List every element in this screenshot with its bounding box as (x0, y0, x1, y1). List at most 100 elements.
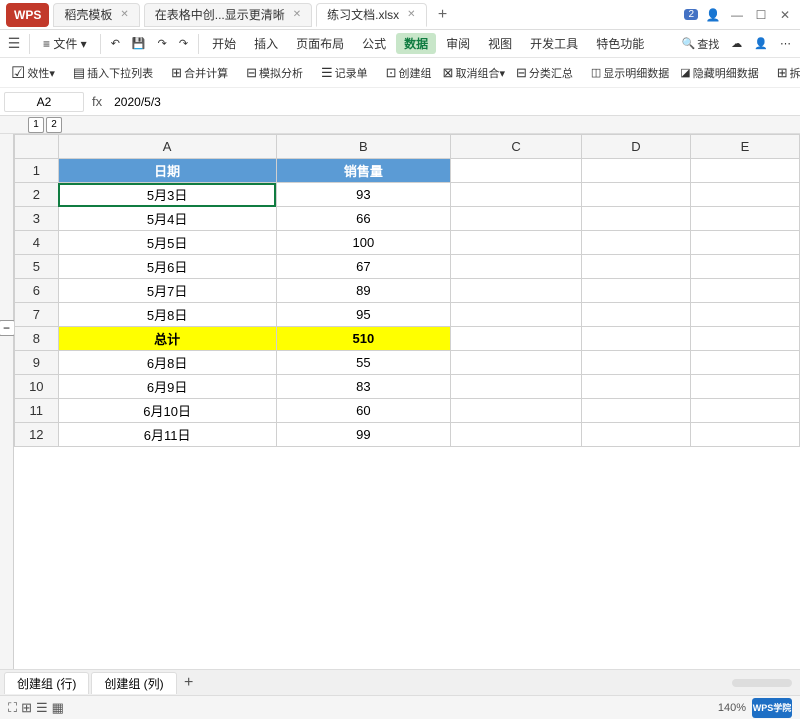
cell-r8-c4[interactable] (690, 327, 799, 351)
outline-level-1[interactable]: 1 (28, 117, 44, 133)
row-num-6[interactable]: 6 (15, 279, 59, 303)
row-num-7[interactable]: 7 (15, 303, 59, 327)
row-num-8[interactable]: 8 (15, 327, 59, 351)
cell-r12-c0[interactable]: 6月11日 (58, 423, 276, 447)
cell-r11-c2[interactable] (451, 399, 582, 423)
menu-icon-redo1[interactable]: ↷ (153, 35, 172, 52)
cell-r11-c0[interactable]: 6月10日 (58, 399, 276, 423)
cell-r10-c1[interactable]: 83 (276, 375, 450, 399)
row-num-2[interactable]: 2 (15, 183, 59, 207)
tab-doc2[interactable]: 在表格中创...显示更清晰 ✕ (144, 3, 312, 27)
cell-r12-c2[interactable] (451, 423, 582, 447)
add-sheet-button[interactable]: + (179, 673, 199, 693)
cell-r6-c0[interactable]: 5月7日 (58, 279, 276, 303)
menu-icon-redo2[interactable]: ↷ (174, 35, 193, 52)
table-row[interactable]: 35月4日66 (15, 207, 800, 231)
cell-r1-c1[interactable]: 销售量 (276, 159, 450, 183)
outline-collapse-button[interactable]: − (0, 320, 15, 336)
grid-icon[interactable]: ⊞ (21, 700, 32, 716)
spreadsheet-scroll-area[interactable]: A B C D E 1日期销售量25月3日9335月4日6645月5日10055… (14, 134, 800, 669)
menu-icon-undo[interactable]: ↶ (106, 35, 125, 52)
table-row[interactable]: 106月9日83 (15, 375, 800, 399)
block-icon[interactable]: ▦ (52, 700, 64, 716)
cell-r7-c2[interactable] (451, 303, 582, 327)
row-num-9[interactable]: 9 (15, 351, 59, 375)
cell-r11-c3[interactable] (581, 399, 690, 423)
cell-r4-c3[interactable] (581, 231, 690, 255)
share-button[interactable]: 👤 (749, 35, 773, 52)
menu-view[interactable]: 视图 (480, 33, 520, 54)
cell-r4-c4[interactable] (690, 231, 799, 255)
cell-r5-c2[interactable] (451, 255, 582, 279)
cell-r5-c3[interactable] (581, 255, 690, 279)
merge-calc-button[interactable]: ⊞ 合并计算 (166, 63, 233, 83)
expand-icon[interactable]: ⛶ (8, 700, 17, 716)
cell-r5-c4[interactable] (690, 255, 799, 279)
cell-r8-c3[interactable] (581, 327, 690, 351)
cell-r1-c0[interactable]: 日期 (58, 159, 276, 183)
row-num-4[interactable]: 4 (15, 231, 59, 255)
subtotal-button[interactable]: ⊟ 分类汇总 (511, 63, 578, 83)
menu-special[interactable]: 特色功能 (588, 33, 652, 54)
cell-r1-c2[interactable] (451, 159, 582, 183)
close-button[interactable]: ✕ (776, 6, 794, 24)
hide-detail-button[interactable]: ◪ 隐藏明细数据 (675, 63, 763, 83)
ungroup-button[interactable]: ⊠ 取消组合▾ (438, 63, 510, 83)
sheet-tab-1[interactable]: 创建组 (行) (4, 672, 89, 694)
cell-r10-c4[interactable] (690, 375, 799, 399)
cell-r1-c3[interactable] (581, 159, 690, 183)
cell-r2-c0[interactable]: 5月3日 (58, 183, 276, 207)
insert-dropdown-button[interactable]: ▤ 插入下拉列表 (68, 63, 158, 83)
tab-doc2-close[interactable]: ✕ (293, 9, 301, 20)
cell-r11-c1[interactable]: 60 (276, 399, 450, 423)
cell-r7-c1[interactable]: 95 (276, 303, 450, 327)
lines-icon[interactable]: ☰ (36, 700, 48, 716)
row-num-5[interactable]: 5 (15, 255, 59, 279)
cell-r12-c3[interactable] (581, 423, 690, 447)
tab-doc1-close[interactable]: ✕ (120, 9, 128, 20)
app-menu-icon[interactable]: ☰ (4, 34, 24, 54)
table-row[interactable]: 25月3日93 (15, 183, 800, 207)
table-row[interactable]: 126月11日99 (15, 423, 800, 447)
cell-r6-c4[interactable] (690, 279, 799, 303)
record-button[interactable]: ☰ 记录单 (316, 63, 373, 83)
wps-academy-logo[interactable]: WPS学院 (752, 698, 792, 718)
cell-r4-c0[interactable]: 5月5日 (58, 231, 276, 255)
menu-devtools[interactable]: 开发工具 (522, 33, 586, 54)
cell-r2-c2[interactable] (451, 183, 582, 207)
cell-r9-c0[interactable]: 6月8日 (58, 351, 276, 375)
split-table-button[interactable]: ⊞ 拆分表格▾ (772, 63, 800, 83)
minimize-button[interactable]: — (728, 6, 746, 24)
cell-r3-c2[interactable] (451, 207, 582, 231)
col-header-a[interactable]: A (58, 135, 276, 159)
row-num-1[interactable]: 1 (15, 159, 59, 183)
cell-r11-c4[interactable] (690, 399, 799, 423)
cell-r5-c0[interactable]: 5月6日 (58, 255, 276, 279)
menu-file[interactable]: ≡ 文件 ▾ (35, 33, 95, 54)
cell-r10-c2[interactable] (451, 375, 582, 399)
row-num-3[interactable]: 3 (15, 207, 59, 231)
col-header-b[interactable]: B (276, 135, 450, 159)
row-num-11[interactable]: 11 (15, 399, 59, 423)
cell-r10-c0[interactable]: 6月9日 (58, 375, 276, 399)
cloud-button[interactable]: ☁ (726, 35, 747, 52)
menu-insert[interactable]: 插入 (246, 33, 286, 54)
cell-r4-c2[interactable] (451, 231, 582, 255)
table-row[interactable]: 75月8日95 (15, 303, 800, 327)
cell-r4-c1[interactable]: 100 (276, 231, 450, 255)
col-header-c[interactable]: C (451, 135, 582, 159)
tab-doc3-close[interactable]: ✕ (407, 9, 415, 20)
cell-r6-c1[interactable]: 89 (276, 279, 450, 303)
cell-r9-c3[interactable] (581, 351, 690, 375)
cell-r3-c4[interactable] (690, 207, 799, 231)
table-row[interactable]: 1日期销售量 (15, 159, 800, 183)
create-group-button[interactable]: ⊡ 创建组 (381, 63, 437, 83)
row-num-10[interactable]: 10 (15, 375, 59, 399)
hscrollbar[interactable] (732, 679, 792, 687)
menu-start[interactable]: 开始 (204, 33, 244, 54)
outline-level-2[interactable]: 2 (46, 117, 62, 133)
menu-data[interactable]: 数据 (396, 33, 436, 54)
row-num-12[interactable]: 12 (15, 423, 59, 447)
cell-r12-c4[interactable] (690, 423, 799, 447)
cell-r5-c1[interactable]: 67 (276, 255, 450, 279)
